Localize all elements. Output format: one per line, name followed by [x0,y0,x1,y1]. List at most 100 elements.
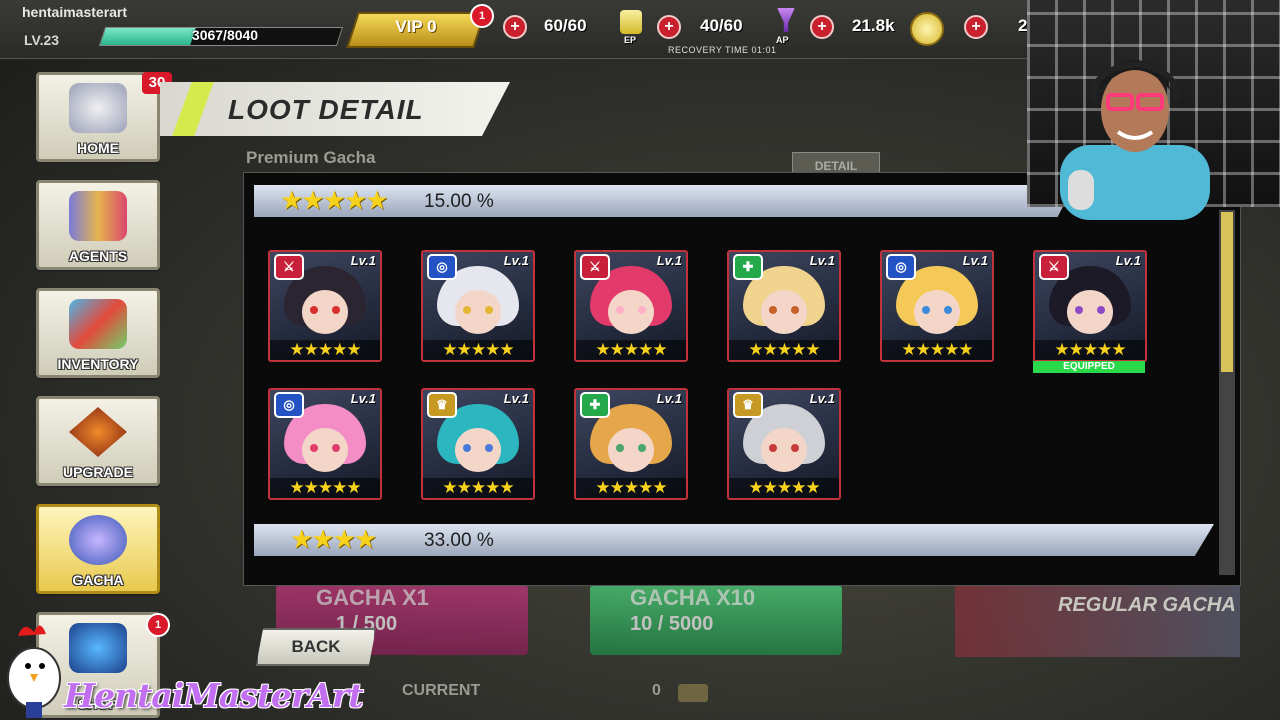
regular-gacha-label[interactable]: REGULAR GACHA [1058,594,1236,617]
streamer-figure [1060,60,1210,220]
agent-eye [791,444,799,452]
agent-face [608,428,654,472]
exp-value: 3067/8040 [191,27,259,43]
agent-card[interactable]: ⚔ Lv.1 ★★★★★ [268,250,382,362]
add-ap-button[interactable]: + [657,15,681,39]
agent-card[interactable]: ⚔ Lv.1 ★★★★★ [1033,250,1147,362]
agent-star-rating: ★★★★★ [576,478,686,498]
upgrade-gear-icon [69,407,127,457]
agent-card[interactable]: ✚ Lv.1 ★★★★★ [727,250,841,362]
agent-star-rating: ★★★★★ [1035,340,1145,360]
agent-face [914,290,960,334]
gold-coin-icon [910,12,944,46]
gacha-x10-panel[interactable]: GACHA X10 10 / 5000 [590,585,842,655]
agent-eye [922,306,930,314]
tier-4-star-stars: ★★★★ [290,524,377,554]
player-username: hentaimasterart [22,4,128,20]
agent-eye [463,444,471,452]
agent-card[interactable]: ◎ Lv.1 ★★★★★ [880,250,994,362]
agent-star-rating: ★★★★★ [270,340,380,360]
sidebar-item-label: INVENTORY [57,356,139,372]
add-ep-button[interactable]: + [503,15,527,39]
agent-class-gold-icon: ♛ [733,392,763,418]
current-value: 0 [652,682,661,699]
agent-level: Lv.1 [503,253,529,268]
home-crest-icon [69,83,127,133]
agent-class-blue-icon: ◎ [274,392,304,418]
ap-value: 40/60 [700,16,743,35]
gacha-x1-title: GACHA X1 [316,585,429,610]
agent-card[interactable]: ⚔ Lv.1 ★★★★★ [574,250,688,362]
agent-class-blue-icon: ◎ [427,254,457,280]
sidebar-item-upgrade[interactable]: UPGRADE [36,396,160,486]
agent-eye [310,444,318,452]
ep-label: EP [624,35,637,45]
sidebar-item-inventory[interactable]: INVENTORY [36,288,160,378]
recovery-time: RECOVERY TIME 01:01 [668,45,777,55]
agent-class-gold-icon: ♛ [427,392,457,418]
agent-class-red-icon: ⚔ [1039,254,1069,280]
agent-star-rating: ★★★★★ [423,340,533,360]
agent-eye [485,306,493,314]
agent-eye [485,444,493,452]
agent-eye [332,444,340,452]
agent-eye [638,444,646,452]
agent-star-rating: ★★★★★ [729,478,839,498]
sidebar-item-agents[interactable]: AGENTS [36,180,160,270]
gacha-x10-title: GACHA X10 [630,585,756,610]
loot-scrollbar-thumb[interactable] [1221,212,1233,372]
agent-card[interactable]: ♛ Lv.1 ★★★★★ [727,388,841,500]
agent-face [302,290,348,334]
agent-level: Lv.1 [656,391,682,406]
agent-level: Lv.1 [503,391,529,406]
tier-4-star-percent: 33.00 % [424,530,494,551]
agent-level: Lv.1 [350,253,376,268]
agent-eye [310,306,318,314]
agent-star-rating: ★★★★★ [423,478,533,498]
agent-face [761,290,807,334]
agent-star-rating: ★★★★★ [729,340,839,360]
inventory-items-icon [69,299,127,349]
agent-card[interactable]: ♛ Lv.1 ★★★★★ [421,388,535,500]
agent-class-red-icon: ⚔ [274,254,304,280]
agents-group-icon [69,191,127,241]
sidebar-item-label: UPGRADE [62,464,133,480]
sidebar-item-label: AGENTS [68,248,128,264]
agent-face [455,428,501,472]
agent-card[interactable]: ◎ Lv.1 ★★★★★ [268,388,382,500]
agent-eye [332,306,340,314]
agent-level: Lv.1 [1115,253,1141,268]
vip-label[interactable]: VIP 0 [352,17,480,37]
agent-level: Lv.1 [656,253,682,268]
add-currency-button[interactable]: + [964,15,988,39]
agent-card[interactable]: ◎ Lv.1 ★★★★★ [421,250,535,362]
gold-value: 21.8k [852,16,895,35]
ticket-icon [678,684,708,702]
gacha-x10-cost: 10 / 5000 [630,613,714,635]
tier-4-star-header [254,524,1214,556]
agent-class-green-icon: ✚ [580,392,610,418]
ep-drink-icon [620,10,642,34]
agent-level: Lv.1 [809,391,835,406]
agent-face [608,290,654,334]
agent-card[interactable]: ✚ Lv.1 ★★★★★ [574,388,688,500]
sidebar-item-label: HOME [77,140,119,156]
agent-eye [791,306,799,314]
equipped-badge: EQUIPPED [1033,361,1145,373]
agent-eye [1075,306,1083,314]
page-title: LOOT DETAIL [228,94,424,125]
add-gold-button[interactable]: + [810,15,834,39]
agent-eye [769,306,777,314]
agent-face [761,428,807,472]
agent-eye [769,444,777,452]
sidebar-item-label: GACHA [72,572,124,588]
agent-class-red-icon: ⚔ [580,254,610,280]
agent-face [1067,290,1113,334]
agent-eye [944,306,952,314]
ap-label: AP [776,35,789,45]
tier-5-star-percent: 15.00 % [424,191,494,212]
agent-eye [1097,306,1105,314]
vip-notification-badge: 1 [470,4,494,28]
ep-value: 60/60 [544,16,587,35]
sidebar-item-gacha[interactable]: GACHA [36,504,160,594]
